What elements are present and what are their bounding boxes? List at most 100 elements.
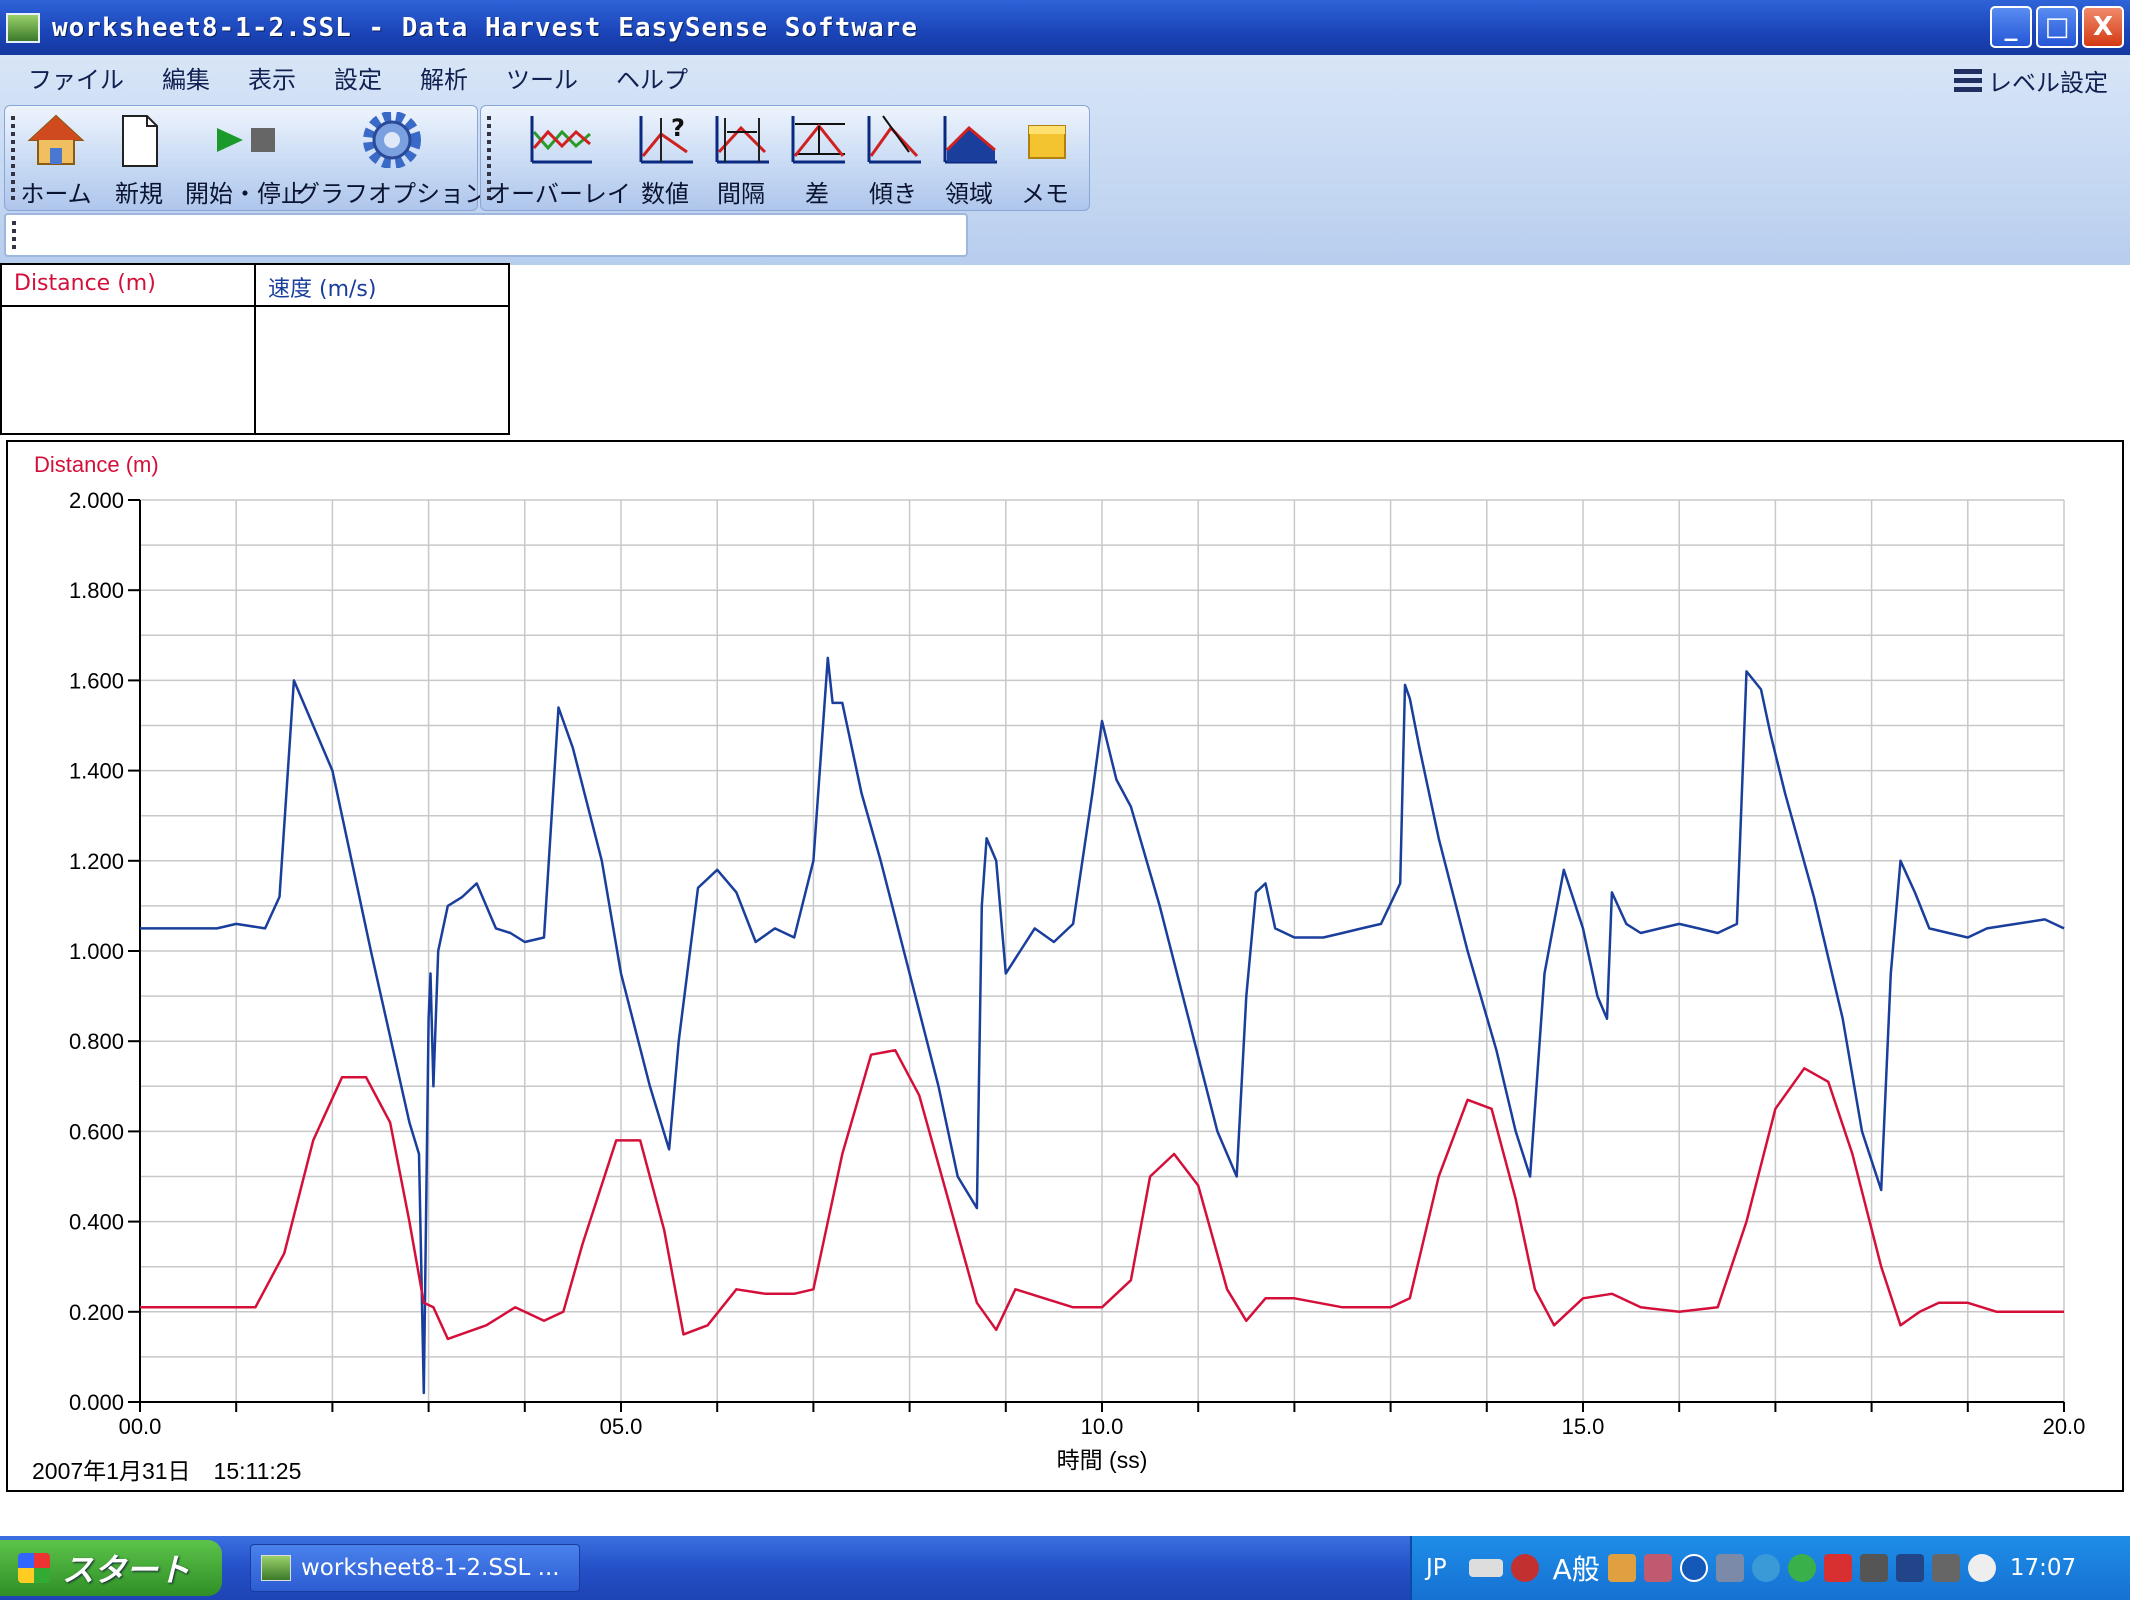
values-button[interactable]: ? 数値: [633, 112, 697, 208]
taskbar: スタート worksheet8-1-2.SSL ... JP A般 17:07: [0, 1536, 2130, 1600]
home-label: ホーム: [20, 180, 92, 208]
overlay-label: オーバーレイ: [487, 180, 631, 208]
gradient-button[interactable]: 傾き: [861, 112, 925, 208]
system-tray: JP A般 17:07: [1410, 1536, 2130, 1600]
interval-button[interactable]: 間隔: [709, 112, 773, 208]
monitor-icon[interactable]: [1931, 1554, 1960, 1582]
windows-logo-icon: [18, 1553, 50, 1583]
x-axis-label: 時間 (ss): [1057, 1447, 1148, 1473]
toolbar-grip[interactable]: [12, 221, 16, 251]
taskbar-window-label: worksheet8-1-2.SSL ...: [301, 1555, 560, 1581]
security-icon[interactable]: [1787, 1554, 1816, 1582]
ime-pad-icon[interactable]: [1607, 1554, 1636, 1582]
app-root: worksheet8-1-2.SSL - Data Harvest EasySe…: [0, 0, 2130, 1600]
tray-expand-icon[interactable]: [1679, 1554, 1708, 1582]
difference-label: 差: [805, 180, 829, 208]
gradient-icon: [863, 112, 923, 168]
language-indicator[interactable]: JP: [1426, 1555, 1447, 1581]
taskbar-window-button[interactable]: worksheet8-1-2.SSL ...: [250, 1544, 580, 1592]
speed-column[interactable]: 速度 (m/s): [254, 263, 510, 435]
menu-settings[interactable]: 設定: [334, 60, 382, 95]
interval-label: 間隔: [717, 180, 765, 208]
title-bar[interactable]: worksheet8-1-2.SSL - Data Harvest EasySe…: [0, 0, 2130, 55]
y-tick-label: 0.600: [69, 1119, 124, 1144]
start-button[interactable]: スタート: [0, 1540, 222, 1596]
y-tick-label: 0.000: [69, 1390, 124, 1415]
graph-panel[interactable]: 0.000 0.200 0.400 0.600 0.800 1.000 1.200 1.400…: [6, 440, 2124, 1492]
menu-help[interactable]: ヘルプ: [616, 60, 688, 95]
values-label: 数値: [641, 180, 689, 208]
x-tick-label: 20.0: [2043, 1414, 2086, 1439]
timestamp-label: 2007年1月31日 15:11:25: [32, 1458, 302, 1484]
menu-view[interactable]: 表示: [248, 60, 296, 95]
home-icon: [26, 112, 86, 168]
x-tick-label: 00.0: [119, 1414, 162, 1439]
ime-mode-indicator[interactable]: A般: [1553, 1548, 1600, 1588]
distance-column-header: Distance (m): [2, 265, 254, 307]
sync-icon[interactable]: [1751, 1554, 1780, 1582]
y-tick-label: 0.400: [69, 1210, 124, 1235]
gear-icon: [362, 111, 422, 169]
level-settings-button[interactable]: レベル設定: [1954, 63, 2108, 98]
close-button[interactable]: X: [2082, 6, 2124, 48]
distance-column[interactable]: Distance (m): [0, 263, 256, 435]
grid: [140, 499, 2065, 1402]
app-icon: [6, 12, 40, 43]
menu-analysis[interactable]: 解析: [420, 60, 468, 95]
minimize-button[interactable]: _: [1990, 6, 2032, 48]
overlay-icon: [524, 112, 594, 168]
y-tick-label: 0.200: [69, 1300, 124, 1325]
alert-icon[interactable]: [1823, 1554, 1852, 1582]
level-settings-label: レベル設定: [1988, 69, 2108, 97]
play-stop-icon: [205, 112, 285, 168]
difference-icon: [787, 112, 847, 168]
menu-edit[interactable]: 編集: [162, 60, 210, 95]
app-icon: [261, 1555, 291, 1581]
menu-tools[interactable]: ツール: [506, 60, 578, 95]
window-controls: _ □ X: [1990, 6, 2124, 48]
y-tick-label: 1.400: [69, 759, 124, 784]
network-icon[interactable]: [1715, 1554, 1744, 1582]
overlay-button[interactable]: オーバーレイ: [487, 112, 631, 208]
y-axis-label: Distance (m): [34, 452, 159, 477]
area-icon: [939, 112, 999, 168]
memo-icon: [1015, 112, 1075, 168]
difference-button[interactable]: 差: [785, 112, 849, 208]
home-button[interactable]: ホーム: [19, 112, 93, 208]
menu-lines-icon: [1954, 68, 1982, 93]
menu-file[interactable]: ファイル: [28, 60, 124, 95]
graph-options-label: グラフオプション: [296, 180, 488, 208]
line-chart[interactable]: 0.000 0.200 0.400 0.600 0.800 1.000 1.200 1.400…: [8, 442, 2122, 1490]
interval-icon: [711, 112, 771, 168]
window-title: worksheet8-1-2.SSL - Data Harvest EasySe…: [52, 12, 918, 43]
start-label: スタート: [62, 1551, 191, 1589]
off-icon[interactable]: [1859, 1554, 1888, 1582]
y-tick-label: 1.200: [69, 849, 124, 874]
gradient-label: 傾き: [869, 180, 917, 208]
memo-button[interactable]: メモ: [1013, 112, 1077, 208]
keyboard-icon[interactable]: [1468, 1559, 1503, 1577]
new-label: 新規: [115, 180, 163, 208]
analysis-toolbar: オーバーレイ ? 数値 間隔 差 傾き 領域 メモ: [480, 105, 1090, 211]
y-tick-label: 1.000: [69, 939, 124, 964]
graph-options-button[interactable]: グラフオプション: [296, 111, 488, 208]
toolbar-grip[interactable]: [11, 116, 15, 202]
ime-tool-icon[interactable]: [1510, 1554, 1539, 1582]
speed-column-header: 速度 (m/s): [256, 265, 508, 307]
display-icon[interactable]: [1895, 1554, 1924, 1582]
x-tick-label: 15.0: [1562, 1414, 1605, 1439]
values-icon: ?: [635, 112, 695, 168]
volume-icon[interactable]: [1967, 1554, 1996, 1582]
area-button[interactable]: 領域: [937, 112, 1001, 208]
x-tick-label: 05.0: [600, 1414, 643, 1439]
new-button[interactable]: 新規: [109, 112, 169, 208]
data-table: Distance (m) 速度 (m/s): [0, 263, 510, 435]
address-bar[interactable]: [4, 213, 968, 257]
ime-help-icon[interactable]: [1643, 1554, 1672, 1582]
start-stop-label: 開始・停止: [185, 180, 305, 208]
clock[interactable]: 17:07: [2010, 1555, 2076, 1581]
restore-button[interactable]: □: [2036, 6, 2078, 48]
start-stop-button[interactable]: 開始・停止: [185, 112, 305, 208]
new-document-icon: [109, 112, 169, 168]
command-band: ファイル 編集 表示 設定 解析 ツール ヘルプ レベル設定 ホーム 新規 開始…: [0, 55, 2130, 265]
